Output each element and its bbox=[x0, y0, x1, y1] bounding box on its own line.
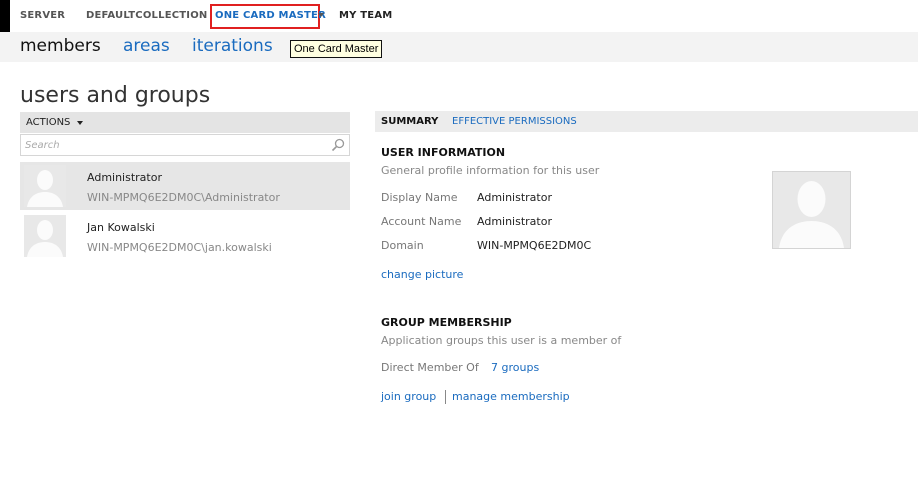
nav-project[interactable]: ONE CARD MASTER bbox=[210, 4, 326, 29]
actions-label: ACTIONS bbox=[26, 117, 71, 128]
display-name-label: Display Name bbox=[381, 191, 458, 204]
actions-menu[interactable]: ACTIONS bbox=[20, 112, 350, 133]
nav-server[interactable]: SERVER bbox=[20, 10, 65, 21]
user-information-subtitle: General profile information for this use… bbox=[381, 164, 600, 177]
search-box bbox=[20, 134, 350, 156]
account-name-value: Administrator bbox=[477, 215, 552, 228]
tab-effective-permissions[interactable]: EFFECTIVE PERMISSIONS bbox=[452, 116, 577, 127]
change-picture-link[interactable]: change picture bbox=[381, 268, 463, 281]
domain-label: Domain bbox=[381, 239, 424, 252]
avatar bbox=[24, 215, 66, 257]
page-title: users and groups bbox=[20, 83, 211, 108]
user-information-heading: USER INFORMATION bbox=[381, 146, 506, 159]
groups-count-link[interactable]: 7 groups bbox=[491, 361, 539, 374]
group-membership-subtitle: Application groups this user is a member… bbox=[381, 334, 622, 347]
display-name-value: Administrator bbox=[477, 191, 552, 204]
person-placeholder-icon bbox=[773, 172, 850, 248]
join-group-link[interactable]: join group bbox=[381, 390, 436, 403]
search-input[interactable] bbox=[25, 137, 325, 153]
project-tooltip: One Card Master bbox=[290, 40, 383, 58]
user-name: Jan Kowalski bbox=[87, 221, 155, 234]
user-list-item[interactable]: Administrator WIN-MPMQ6E2DM0C\Administra… bbox=[20, 162, 350, 210]
person-placeholder-icon bbox=[24, 165, 66, 207]
sub-navigation: members areas iterations bbox=[0, 32, 918, 62]
group-membership-heading: GROUP MEMBERSHIP bbox=[381, 316, 512, 329]
link-separator bbox=[445, 390, 446, 404]
direct-member-label: Direct Member Of bbox=[381, 361, 479, 374]
profile-picture bbox=[772, 171, 851, 249]
chevron-down-icon bbox=[77, 121, 83, 125]
user-name: Administrator bbox=[87, 171, 162, 184]
account-name-label: Account Name bbox=[381, 215, 462, 228]
domain-value: WIN-MPMQ6E2DM0C bbox=[477, 239, 592, 252]
user-account: WIN-MPMQ6E2DM0C\Administrator bbox=[87, 191, 280, 204]
tab-iterations[interactable]: iterations bbox=[192, 36, 273, 56]
search-icon[interactable] bbox=[331, 138, 345, 152]
top-navigation: SERVER DEFAULTCOLLECTION ONE CARD MASTER… bbox=[0, 0, 918, 32]
avatar bbox=[24, 165, 66, 207]
nav-collection[interactable]: DEFAULTCOLLECTION bbox=[86, 10, 207, 21]
detail-tabs: SUMMARY EFFECTIVE PERMISSIONS bbox=[375, 111, 918, 132]
person-placeholder-icon bbox=[24, 215, 66, 257]
tab-members[interactable]: members bbox=[20, 36, 101, 56]
manage-membership-link[interactable]: manage membership bbox=[452, 390, 570, 403]
user-list-item[interactable]: Jan Kowalski WIN-MPMQ6E2DM0C\jan.kowalsk… bbox=[20, 212, 350, 260]
tab-summary[interactable]: SUMMARY bbox=[381, 116, 438, 127]
user-account: WIN-MPMQ6E2DM0C\jan.kowalski bbox=[87, 241, 272, 254]
tab-areas[interactable]: areas bbox=[123, 36, 170, 56]
chevron-down-icon[interactable] bbox=[318, 13, 324, 17]
nav-team[interactable]: MY TEAM bbox=[339, 10, 392, 21]
